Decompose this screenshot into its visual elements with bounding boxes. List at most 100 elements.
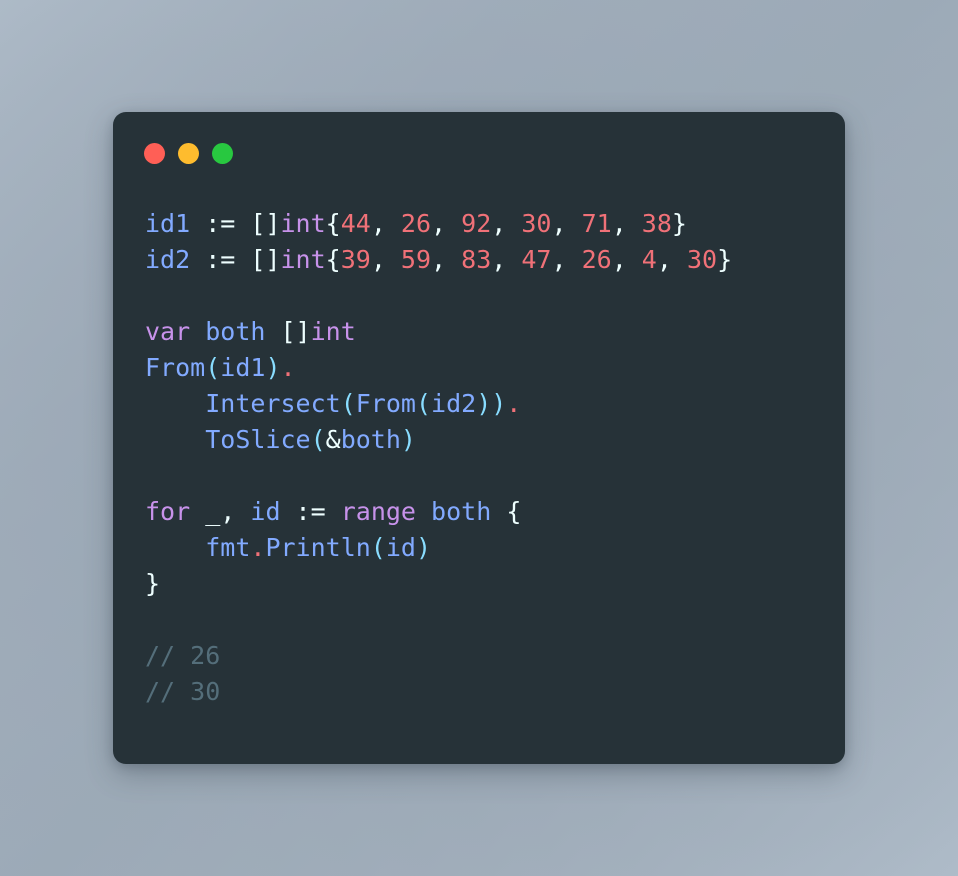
page-background: id1 := []int{44, 26, 92, 30, 71, 38} id2 … bbox=[0, 0, 958, 876]
code-token: := bbox=[190, 245, 251, 274]
code-token: ( bbox=[415, 389, 432, 418]
code-line: From(id1). bbox=[145, 350, 825, 386]
code-token: 30 bbox=[521, 209, 552, 238]
code-token: ) bbox=[400, 425, 416, 454]
code-token: . bbox=[280, 353, 296, 382]
code-line: var both []int bbox=[145, 314, 825, 350]
code-token: ) bbox=[265, 353, 281, 382]
code-line: id1 := []int{44, 26, 92, 30, 71, 38} bbox=[145, 206, 825, 242]
code-token: , bbox=[431, 245, 462, 274]
code-token: } bbox=[671, 209, 687, 238]
code-token: & bbox=[325, 425, 341, 454]
code-line: for _, id := range both { bbox=[145, 494, 825, 530]
code-token: . bbox=[506, 389, 522, 418]
code-line: ToSlice(&both) bbox=[145, 422, 825, 458]
code-token: := bbox=[190, 209, 251, 238]
code-token: fmt bbox=[205, 533, 251, 562]
code-token: 44 bbox=[340, 209, 371, 238]
code-line: } bbox=[145, 566, 825, 602]
maximize-icon[interactable] bbox=[212, 143, 233, 164]
code-token: 71 bbox=[581, 209, 612, 238]
code-token: { bbox=[325, 209, 341, 238]
code-token: int bbox=[280, 209, 326, 238]
code-line: fmt.Println(id) bbox=[145, 530, 825, 566]
window-titlebar bbox=[144, 143, 233, 164]
code-token: ( bbox=[205, 353, 221, 382]
code-token: Println bbox=[265, 533, 371, 562]
code-token: 92 bbox=[461, 209, 492, 238]
code-token: ( bbox=[340, 389, 356, 418]
code-token: 38 bbox=[641, 209, 672, 238]
code-token: 26 bbox=[400, 209, 432, 238]
code-token: id bbox=[250, 497, 281, 526]
code-token: id2 bbox=[431, 389, 477, 418]
code-token: 39 bbox=[340, 245, 371, 274]
code-token: id bbox=[385, 533, 416, 562]
code-token: } bbox=[717, 245, 733, 274]
code-token: , bbox=[220, 497, 251, 526]
code-token: { bbox=[491, 497, 522, 526]
code-line: Intersect(From(id2)). bbox=[145, 386, 825, 422]
code-token: id1 bbox=[145, 209, 191, 238]
code-token: // 26 bbox=[145, 641, 221, 670]
code-token: 30 bbox=[686, 245, 718, 274]
code-token: ) bbox=[415, 533, 432, 562]
close-icon[interactable] bbox=[144, 143, 165, 164]
minimize-icon[interactable] bbox=[178, 143, 199, 164]
code-token: ( bbox=[370, 533, 386, 562]
code-token: 59 bbox=[400, 245, 432, 274]
code-token: id2 bbox=[145, 245, 191, 274]
code-token: [] bbox=[280, 317, 311, 346]
code-token: [] bbox=[250, 245, 281, 274]
code-token: { bbox=[325, 245, 341, 274]
code-token: ( bbox=[310, 425, 326, 454]
code-token: int bbox=[310, 317, 356, 346]
code-token: , bbox=[551, 209, 582, 238]
code-token: := bbox=[280, 497, 341, 526]
code-token: From bbox=[145, 353, 206, 382]
code-token: for bbox=[145, 497, 191, 526]
code-token: var bbox=[145, 317, 191, 346]
code-token: , bbox=[370, 209, 401, 238]
code-token: ToSlice bbox=[205, 425, 311, 454]
code-line: // 30 bbox=[145, 674, 825, 710]
code-token: , bbox=[656, 245, 687, 274]
code-token: , bbox=[491, 245, 522, 274]
code-token: , bbox=[491, 209, 522, 238]
code-token: _ bbox=[205, 497, 221, 526]
code-token: , bbox=[431, 209, 462, 238]
code-token: } bbox=[145, 569, 161, 598]
code-token: 83 bbox=[461, 245, 492, 274]
code-token: , bbox=[551, 245, 582, 274]
code-token: , bbox=[370, 245, 401, 274]
code-token: both bbox=[431, 497, 492, 526]
code-token: , bbox=[611, 209, 642, 238]
code-token: [] bbox=[250, 209, 281, 238]
code-block[interactable]: id1 := []int{44, 26, 92, 30, 71, 38} id2 … bbox=[113, 206, 845, 710]
code-token: int bbox=[280, 245, 326, 274]
code-token: id1 bbox=[220, 353, 266, 382]
code-token: both bbox=[205, 317, 266, 346]
code-token: both bbox=[340, 425, 401, 454]
code-token: 4 bbox=[641, 245, 657, 274]
code-token: )) bbox=[476, 389, 507, 418]
code-token: Intersect bbox=[205, 389, 341, 418]
code-token: range bbox=[340, 497, 416, 526]
code-token: . bbox=[250, 533, 266, 562]
code-token: From bbox=[355, 389, 416, 418]
code-token: // 30 bbox=[145, 677, 221, 706]
code-token: , bbox=[611, 245, 642, 274]
code-token: 47 bbox=[521, 245, 552, 274]
code-line: // 26 bbox=[145, 638, 825, 674]
code-line: id2 := []int{39, 59, 83, 47, 26, 4, 30} bbox=[145, 242, 825, 278]
